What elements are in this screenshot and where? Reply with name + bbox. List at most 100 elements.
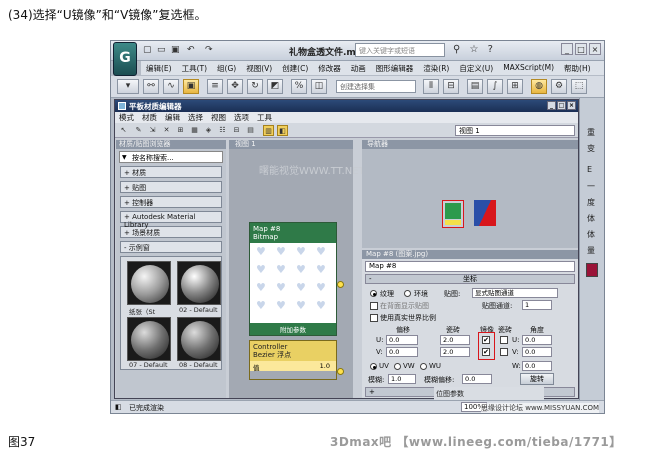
menu-views[interactable]: 视图(V) [241, 61, 277, 75]
menu-tools[interactable]: 工具(T) [177, 61, 212, 75]
rotate-icon[interactable]: ↻ [247, 79, 263, 94]
u-tile-checkbox[interactable] [500, 336, 508, 344]
hide-icon[interactable]: ▦ [189, 125, 200, 136]
show-map-icon[interactable]: ◈ [203, 125, 214, 136]
menu-group[interactable]: 组(G) [212, 61, 241, 75]
sample-slot[interactable] [127, 317, 171, 361]
open-file-icon[interactable]: ▭ [157, 45, 166, 55]
curve-editor-icon[interactable]: ∫ [487, 79, 503, 94]
bitmap-output-port[interactable] [337, 281, 344, 288]
v-tile-checkbox[interactable] [500, 348, 508, 356]
undo-icon[interactable]: ↶ [187, 45, 195, 55]
view-dropdown[interactable]: 视图 1 [455, 125, 575, 136]
slate-maximize-icon[interactable]: □ [557, 101, 566, 110]
navigator-viewport-box[interactable] [442, 200, 464, 228]
menu-customize[interactable]: 自定义(U) [454, 61, 498, 75]
view-tab[interactable]: 视图 1 [229, 140, 353, 149]
help-search-input[interactable]: 键入关键字或短语 [355, 43, 445, 57]
sample-slot[interactable] [177, 317, 221, 361]
move-children-icon[interactable]: ⊞ [175, 125, 186, 136]
slate-menu-utilities[interactable]: 工具 [253, 112, 276, 123]
bitmap-node[interactable]: Map #8 Bitmap ♥ ♥ ♥ ♥ ♥ ♥ ♥ ♥ ♥ ♥ ♥ ♥ ♥ ♥ ♥ ♥ 附加参数 [249, 222, 337, 336]
node-view[interactable]: 视图 1 曙能视觉WWW.TT.NET Map #8 Bitmap ♥ ♥ ♥ ♥ ♥… [229, 140, 365, 398]
move-icon[interactable]: ✥ [227, 79, 243, 94]
map-channel-field[interactable]: 1 [522, 300, 552, 310]
infocenter-icons[interactable]: ⚲ ☆ ? [453, 44, 496, 55]
real-world-scale-checkbox[interactable] [370, 314, 378, 322]
v-angle-field[interactable]: 0.0 [522, 347, 552, 357]
bind-icon[interactable]: ∿ [163, 79, 179, 94]
category-scene-materials[interactable]: + 场景材质 [120, 226, 222, 238]
mirror-icon[interactable]: ⫴ [423, 79, 439, 94]
render-icon[interactable]: ⬚ [571, 79, 587, 94]
select-by-name-icon[interactable]: ≡ [207, 79, 223, 94]
browser-search-input[interactable]: ▼ 按名称搜索... [119, 151, 223, 163]
object-color-swatch[interactable] [586, 263, 598, 277]
schematic-icon[interactable]: ⊞ [507, 79, 523, 94]
named-selection-set-dropdown[interactable]: 创建选择集 [336, 80, 416, 93]
show-background-icon[interactable]: ▥ [263, 125, 274, 136]
max-app-logo[interactable]: G [113, 42, 137, 76]
map-name-field[interactable]: Map #8 [365, 261, 575, 272]
link-icon[interactable]: ⚯ [143, 79, 159, 94]
menu-create[interactable]: 创建(C) [277, 61, 313, 75]
slate-close-icon[interactable]: × [567, 101, 576, 110]
layer-icon[interactable]: ▤ [467, 79, 483, 94]
slate-minimize-icon[interactable]: _ [547, 101, 556, 110]
spinner-snap-icon[interactable]: ◫ [311, 79, 327, 94]
minimize-icon[interactable]: _ [561, 43, 573, 55]
new-file-icon[interactable]: ▢ [143, 45, 152, 55]
rollout-coordinates[interactable]: - 坐标 [365, 274, 575, 284]
vw-radio[interactable] [394, 363, 401, 370]
maximize-icon[interactable]: □ [575, 43, 587, 55]
slate-menu-select[interactable]: 选择 [184, 112, 207, 123]
menu-rendering[interactable]: 渲染(R) [418, 61, 454, 75]
browser-options-icon[interactable]: ▼ [122, 154, 127, 161]
redo-icon[interactable]: ↷ [205, 45, 213, 55]
menu-maxscript[interactable]: MAXScript(M) [498, 61, 559, 75]
blur-offset-field[interactable]: 0.0 [462, 374, 492, 384]
material-editor-icon[interactable]: ◍ [531, 79, 547, 94]
layout-icon[interactable]: ☷ [217, 125, 228, 136]
controller-output-port[interactable] [337, 368, 344, 375]
menu-edit[interactable]: 编辑(E) [141, 61, 177, 75]
mapping-dropdown[interactable]: 显式贴图通道 [472, 288, 558, 298]
select-tool-icon[interactable]: ↖ [118, 125, 129, 136]
bezier-controller-node[interactable]: Controller Bezier 浮点 值 1.0 [249, 340, 337, 380]
pick-material-icon[interactable]: ✎ [133, 125, 144, 136]
v-offset-field[interactable]: 0.0 [386, 347, 418, 357]
menu-help[interactable]: 帮助(H) [559, 61, 596, 75]
slate-menu-material[interactable]: 材质 [138, 112, 161, 123]
layout-children-icon[interactable]: ⊟ [231, 125, 242, 136]
menu-animation[interactable]: 动画 [346, 61, 371, 75]
slate-menu-modes[interactable]: 模式 [115, 112, 138, 123]
delete-icon[interactable]: ✕ [161, 125, 172, 136]
bitmap-params-rollout[interactable]: 位图参数 [434, 387, 544, 400]
category-sample-slots[interactable]: - 示例窗 [120, 241, 222, 253]
texture-radio[interactable] [370, 290, 377, 297]
slate-menu-options[interactable]: 选项 [230, 112, 253, 123]
bitmap-node-footer[interactable]: 附加参数 [250, 323, 336, 335]
u-angle-field[interactable]: 0.0 [522, 335, 552, 345]
slate-menu-edit[interactable]: 编辑 [161, 112, 184, 123]
show-end-result-icon[interactable]: ◧ [277, 125, 288, 136]
uv-radio[interactable] [370, 363, 377, 370]
wu-radio[interactable] [420, 363, 427, 370]
category-autodesk-library[interactable]: + Autodesk Material Library [120, 211, 222, 229]
undo-scene-icon[interactable]: ▾ [117, 79, 139, 94]
close-icon[interactable]: × [589, 43, 601, 55]
menu-modifiers[interactable]: 修改器 [313, 61, 346, 75]
show-map-on-back-checkbox[interactable] [370, 302, 378, 310]
sample-slot[interactable] [177, 261, 221, 305]
slate-menu-view[interactable]: 视图 [207, 112, 230, 123]
snap-icon[interactable]: % [291, 79, 307, 94]
select-object-icon[interactable]: ▣ [183, 79, 199, 94]
u-tiling-field[interactable]: 2.0 [440, 335, 470, 345]
category-materials[interactable]: + 材质 [120, 166, 222, 178]
put-material-icon[interactable]: ⇲ [147, 125, 158, 136]
blur-field[interactable]: 1.0 [388, 374, 416, 384]
u-offset-field[interactable]: 0.0 [386, 335, 418, 345]
v-tiling-field[interactable]: 2.0 [440, 347, 470, 357]
rotate-button[interactable]: 旋转 [520, 373, 554, 385]
category-maps[interactable]: + 贴图 [120, 181, 222, 193]
